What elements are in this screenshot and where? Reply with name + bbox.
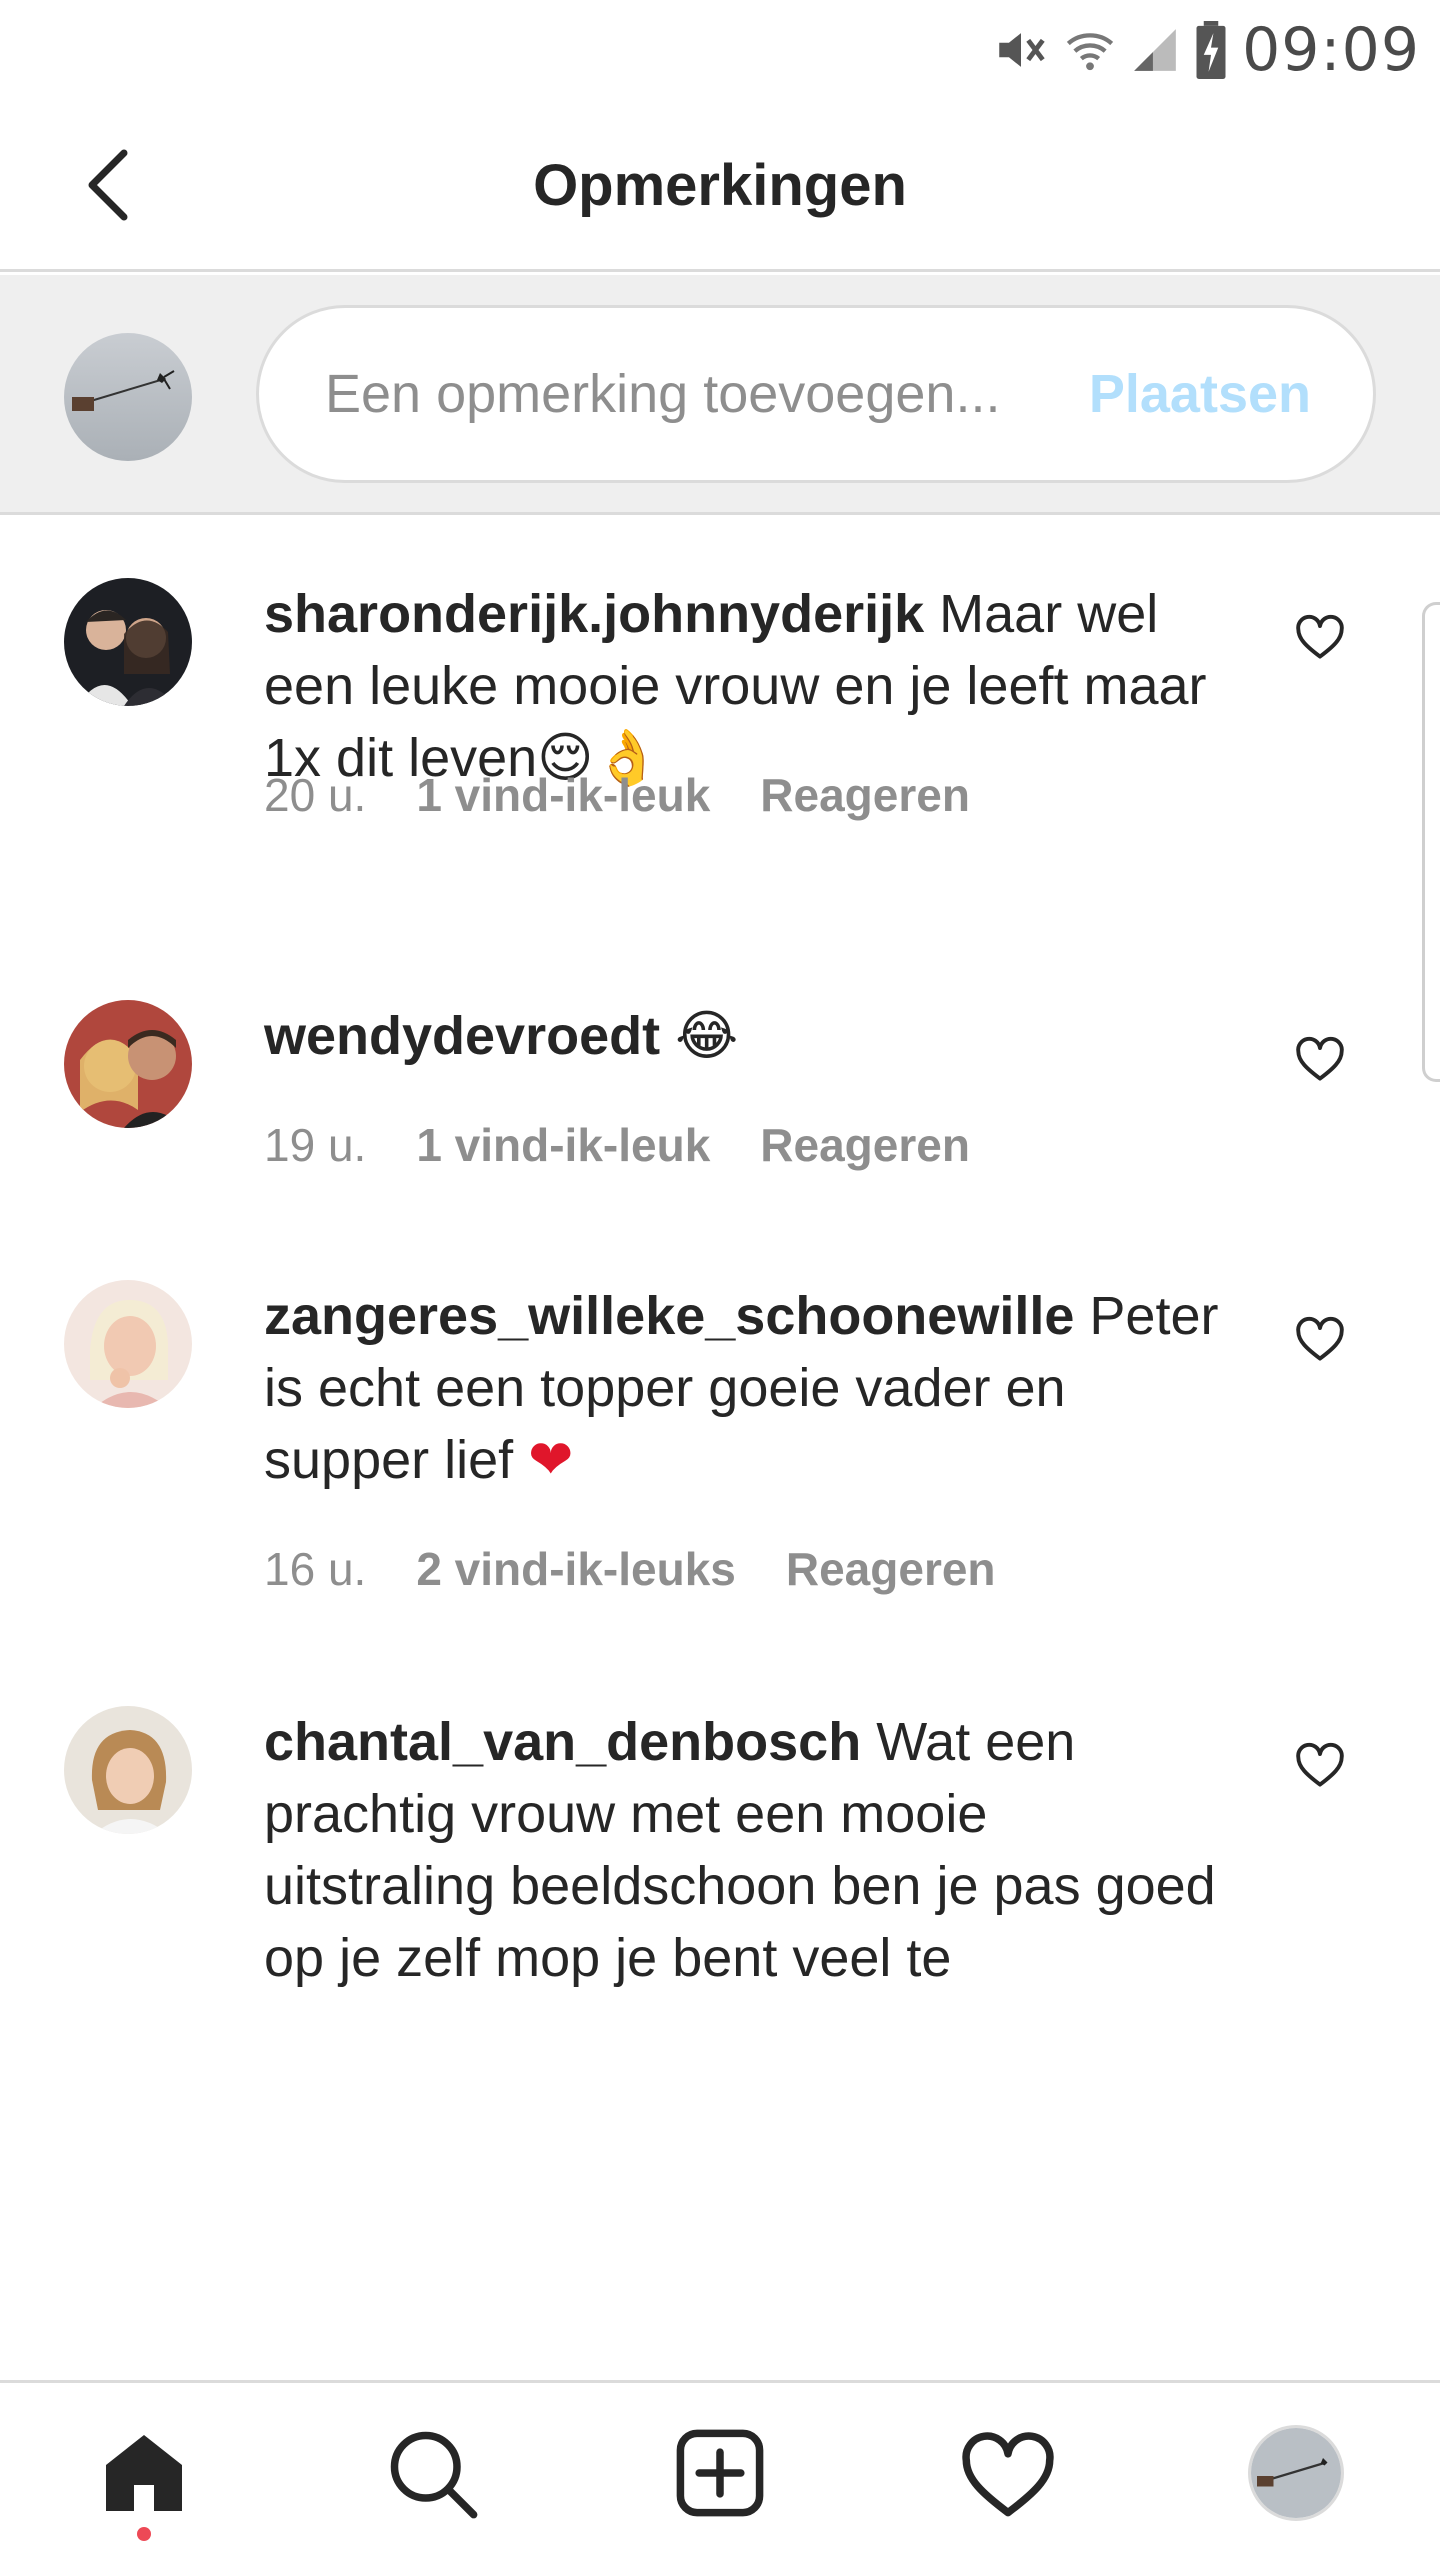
comment-avatar[interactable] — [64, 1000, 192, 1128]
comment-likes[interactable]: 1 vind-ik-leuk — [416, 768, 710, 822]
heart-outline-icon — [1296, 614, 1344, 659]
status-time: 09:09 — [1242, 15, 1420, 85]
mute-vibrate-icon — [999, 33, 1045, 67]
nav-search[interactable] — [372, 2413, 492, 2533]
comment-likes[interactable]: 2 vind-ik-leuks — [416, 1542, 736, 1596]
nav-home[interactable] — [84, 2413, 204, 2541]
back-button[interactable] — [60, 140, 156, 230]
scroll-indicator — [1422, 602, 1440, 1082]
status-icons: 09:09 — [992, 14, 1420, 86]
comment-username[interactable]: chantal_van_denbosch — [264, 1712, 861, 1772]
comment-meta: 16 u. 2 vind-ik-leuks Reageren — [264, 1542, 996, 1596]
profile-avatar — [1248, 2425, 1344, 2521]
nav-profile[interactable] — [1236, 2413, 1356, 2533]
post-button[interactable]: Plaatsen — [1089, 308, 1311, 480]
comment-meta: 20 u. 1 vind-ik-leuk Reageren — [264, 768, 970, 822]
comment-emoji: 😂 — [675, 1004, 739, 1067]
like-comment-button[interactable] — [1290, 1028, 1350, 1088]
comment-composer: Plaatsen — [0, 275, 1440, 515]
comment-likes[interactable]: 1 vind-ik-leuk — [416, 1118, 710, 1172]
nav-activity[interactable] — [948, 2413, 1068, 2533]
comment-username[interactable]: sharonderijk.johnnyderijk — [264, 584, 924, 644]
like-comment-button[interactable] — [1290, 1308, 1350, 1368]
search-icon — [390, 2431, 478, 2519]
comment-text: wendydevroedt 😂 — [264, 1000, 1224, 1072]
comment-avatar[interactable] — [64, 578, 192, 706]
notification-dot — [137, 2527, 151, 2541]
comment-time: 20 u. — [264, 769, 367, 821]
comment-username[interactable]: wendydevroedt — [264, 1006, 660, 1066]
reply-button[interactable]: Reageren — [760, 768, 970, 822]
like-comment-button[interactable] — [1290, 606, 1350, 666]
comment-input[interactable] — [325, 308, 1085, 480]
heart-outline-icon — [1296, 1316, 1344, 1361]
battery-charging-icon — [1196, 21, 1226, 79]
heart-outline-icon — [1296, 1036, 1344, 1081]
chevron-left-icon — [88, 149, 128, 221]
nav-new-post[interactable] — [660, 2413, 780, 2533]
avatar-image — [64, 578, 192, 706]
cell-signal-icon — [1134, 29, 1176, 71]
comment-emoji: ❤ — [528, 1428, 574, 1491]
comment-avatar[interactable] — [64, 1280, 192, 1408]
comment-input-container: Plaatsen — [256, 305, 1376, 483]
comment-text: zangeres_willeke_schoonewille Peter is e… — [264, 1280, 1224, 1496]
status-bar: 09:09 — [0, 0, 1440, 100]
home-icon — [106, 2435, 182, 2511]
reply-button[interactable]: Reageren — [786, 1542, 996, 1596]
comment-time: 16 u. — [264, 1543, 367, 1595]
reply-button[interactable]: Reageren — [760, 1118, 970, 1172]
like-comment-button[interactable] — [1290, 1734, 1350, 1794]
bottom-nav — [0, 2380, 1440, 2560]
header: Opmerkingen — [0, 100, 1440, 272]
activity-heart-icon — [962, 2432, 1054, 2517]
heart-outline-icon — [1296, 1742, 1344, 1787]
comment-avatar[interactable] — [64, 1706, 192, 1834]
avatar-image — [64, 333, 192, 461]
avatar-image — [64, 1000, 192, 1128]
comment-text: chantal_van_denbosch Wat een prachtig vr… — [264, 1706, 1224, 1994]
current-user-avatar — [64, 333, 192, 461]
comment-text: sharonderijk.johnnyderijk Maar wel een l… — [264, 578, 1224, 794]
avatar-image — [64, 1280, 192, 1408]
comment-username[interactable]: zangeres_willeke_schoonewille — [264, 1286, 1074, 1346]
comment-meta: 19 u. 1 vind-ik-leuk Reageren — [264, 1118, 970, 1172]
wifi-icon — [1066, 33, 1114, 71]
avatar-image — [1251, 2428, 1341, 2518]
comments-list[interactable]: sharonderijk.johnnyderijk Maar wel een l… — [0, 518, 1440, 2378]
new-post-icon — [676, 2429, 764, 2517]
comment-time: 19 u. — [264, 1119, 367, 1171]
page-title: Opmerkingen — [533, 153, 907, 218]
avatar-image — [64, 1706, 192, 1834]
